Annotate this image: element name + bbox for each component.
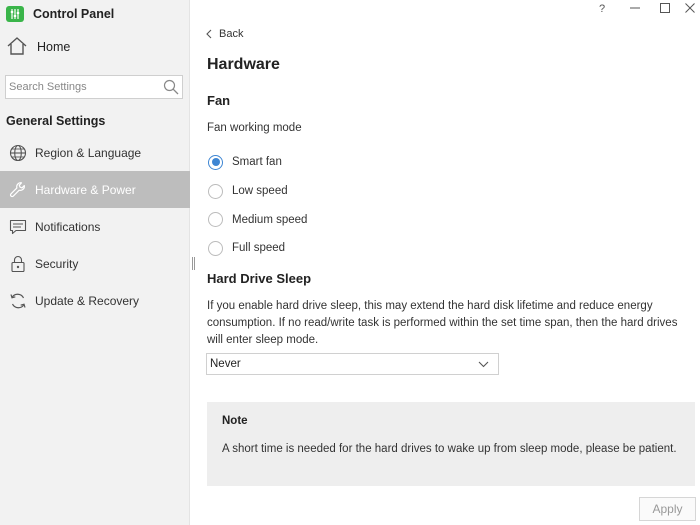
radio-button-checked[interactable] bbox=[208, 154, 223, 170]
search-input[interactable] bbox=[6, 81, 160, 93]
radio-button[interactable] bbox=[208, 240, 223, 256]
sidebar-item-label: Region & Language bbox=[35, 145, 142, 160]
section-heading: General Settings bbox=[6, 114, 106, 128]
sidebar-item-notifications[interactable]: Notifications bbox=[0, 208, 190, 245]
page-title: Hardware bbox=[207, 56, 280, 73]
select-value: Never bbox=[210, 358, 241, 370]
app-header: Control Panel bbox=[6, 5, 114, 23]
radio-label: Full speed bbox=[232, 242, 286, 255]
sidebar-item-update-recovery[interactable]: Update & Recovery bbox=[0, 282, 190, 319]
radio-label: Smart fan bbox=[232, 156, 282, 169]
sleep-time-select[interactable]: Never bbox=[206, 353, 499, 375]
sidebar-item-label: Hardware & Power bbox=[35, 182, 136, 197]
home-nav-item[interactable]: Home bbox=[6, 35, 70, 59]
sidebar-item-hardware-power[interactable]: Hardware & Power bbox=[0, 171, 190, 208]
note-body: A short time is needed for the hard driv… bbox=[222, 443, 677, 455]
fan-mode-radio-group: Smart fan Low speed Medium speed Full sp… bbox=[208, 148, 307, 263]
sidebar: Control Panel Home General Settings bbox=[0, 0, 190, 525]
minimize-icon bbox=[630, 3, 640, 16]
sidebar-item-label: Security bbox=[35, 256, 79, 271]
back-label: Back bbox=[219, 28, 244, 40]
sidebar-item-label: Update & Recovery bbox=[35, 293, 140, 308]
radio-label: Medium speed bbox=[232, 213, 308, 226]
sidebar-item-region-language[interactable]: Region & Language bbox=[0, 134, 190, 171]
home-icon bbox=[6, 35, 28, 60]
note-title: Note bbox=[222, 415, 248, 427]
fan-mode-label: Fan working mode bbox=[207, 122, 302, 134]
radio-option-smart-fan[interactable]: Smart fan bbox=[208, 148, 307, 177]
globe-icon bbox=[8, 143, 28, 163]
apply-button[interactable]: Apply bbox=[639, 497, 696, 521]
hard-drive-sleep-description: If you enable hard drive sleep, this may… bbox=[207, 300, 678, 346]
chevron-left-icon bbox=[206, 29, 212, 39]
home-label: Home bbox=[37, 40, 71, 54]
app-title: Control Panel bbox=[33, 7, 115, 21]
sidebar-nav: Region & Language Hardware & Power Notif… bbox=[0, 134, 190, 319]
search-box bbox=[5, 75, 183, 99]
radio-label: Low speed bbox=[232, 185, 288, 198]
radio-option-medium-speed[interactable]: Medium speed bbox=[208, 205, 307, 234]
fan-heading: Fan bbox=[207, 93, 231, 108]
search-icon[interactable] bbox=[160, 76, 182, 98]
help-button[interactable]: ? bbox=[592, 0, 612, 18]
sidebar-item-label: Notifications bbox=[35, 219, 101, 234]
help-glyph: ? bbox=[598, 3, 606, 15]
maximize-icon bbox=[660, 2, 670, 16]
close-icon bbox=[685, 2, 695, 16]
chevron-down-icon bbox=[478, 357, 489, 371]
back-button[interactable]: Back bbox=[206, 28, 243, 40]
pane-resize-handle[interactable] bbox=[192, 257, 195, 270]
message-icon bbox=[8, 217, 28, 237]
note-panel: Note A short time is needed for the hard… bbox=[207, 402, 695, 486]
radio-button[interactable] bbox=[208, 183, 223, 199]
close-button[interactable] bbox=[680, 0, 700, 18]
minimize-button[interactable] bbox=[625, 0, 645, 18]
radio-option-low-speed[interactable]: Low speed bbox=[208, 177, 307, 206]
lock-icon bbox=[8, 254, 28, 274]
refresh-icon bbox=[8, 291, 28, 311]
sidebar-item-security[interactable]: Security bbox=[0, 245, 190, 282]
maximize-button[interactable] bbox=[655, 0, 675, 18]
hard-drive-sleep-heading: Hard Drive Sleep bbox=[207, 271, 312, 286]
radio-option-full-speed[interactable]: Full speed bbox=[208, 234, 307, 263]
app-logo-icon bbox=[6, 6, 24, 22]
radio-button[interactable] bbox=[208, 212, 223, 228]
wrench-icon bbox=[8, 180, 28, 200]
